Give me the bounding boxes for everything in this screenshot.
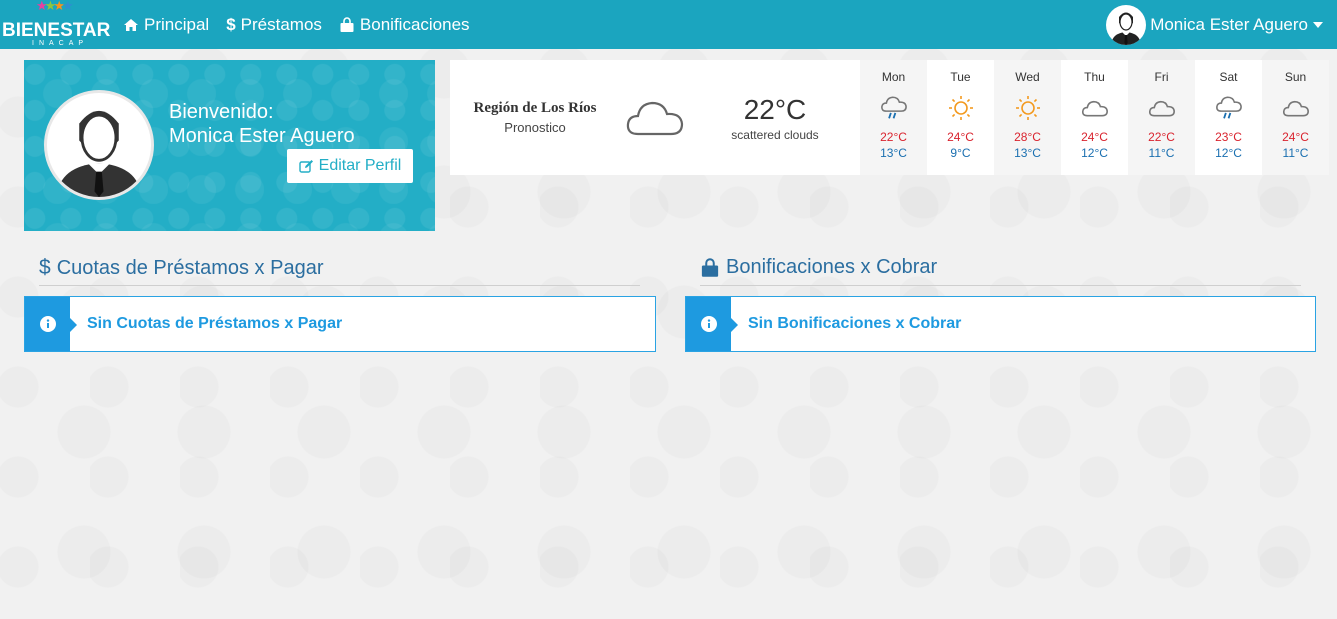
loans-info-alert: Sin Cuotas de Préstamos x Pagar [24, 296, 656, 352]
forecast-high: 22°C [880, 130, 907, 144]
edit-profile-label: Editar Perfil [318, 157, 402, 174]
profile-card: Bienvenido: Monica Ester Aguero Editar P… [24, 60, 435, 231]
nav-link-bonificaciones[interactable]: Bonificaciones [339, 15, 470, 35]
nav-links: Principal $ Préstamos Bonificaciones [123, 0, 487, 49]
profile-name: Monica Ester Aguero [169, 125, 355, 147]
dollar-icon: $ [226, 14, 236, 34]
region-name: Región de Los Ríos [473, 100, 597, 116]
forecast-day-label: Sat [1219, 70, 1238, 84]
forecast-high: 24°C [1282, 130, 1309, 144]
bienestar-logo[interactable]: ★★★★ BIENESTAR INACAP [2, 0, 114, 49]
welcome-label: Bienvenido: [169, 101, 274, 123]
cloud-icon [1128, 92, 1195, 124]
user-silhouette-icon [56, 110, 142, 197]
user-menu-dropdown[interactable]: Monica Ester Aguero [1106, 0, 1323, 49]
current-desc: scattered clouds [731, 128, 819, 142]
forecast-low: 11°C [1148, 146, 1175, 160]
loans-title: Cuotas de Préstamos x Pagar [56, 256, 324, 279]
forecast-high: 24°C [947, 130, 974, 144]
forecast-high: 23°C [1215, 130, 1242, 144]
info-icon [686, 297, 738, 351]
cloud-icon [624, 94, 686, 145]
forecast-day-label: Sun [1284, 70, 1307, 84]
welcome-text: Bienvenido: Monica Ester Aguero [169, 100, 355, 148]
cloud-icon [1061, 92, 1128, 124]
forecast-day-sun: Sun 24°C 11°C [1262, 60, 1329, 175]
nav-link-principal[interactable]: Principal [123, 15, 209, 35]
bonuses-title: Bonificaciones x Cobrar [726, 256, 938, 278]
cloud-icon [1262, 92, 1329, 124]
dollar-icon: $ [39, 256, 51, 279]
bonuses-info-alert: Sin Bonificaciones x Cobrar [685, 296, 1316, 352]
weather-region: Región de Los Ríos Pronostico [450, 100, 620, 135]
forecast-day-label: Tue [950, 70, 971, 84]
weather-widget: Región de Los Ríos Pronostico 22°C scatt… [450, 60, 1329, 175]
forecast-day-mon: Mon 22°C 13°C [860, 60, 927, 175]
loans-section-title: $ Cuotas de Préstamos x Pagar [39, 256, 323, 280]
forecast-day-tue: Tue 24°C 9°C [927, 60, 994, 175]
sun-icon [994, 92, 1061, 124]
nav-link-label: Préstamos [240, 14, 322, 34]
avatar [1106, 4, 1147, 45]
forecast-low: 13°C [880, 146, 907, 160]
forecast-high: 28°C [1014, 130, 1041, 144]
shopping-bag-icon [339, 16, 355, 33]
forecast-day-label: Wed [1015, 70, 1040, 84]
section-divider [700, 285, 1301, 286]
forecast-high: 22°C [1148, 130, 1175, 144]
section-divider [39, 285, 640, 286]
bonuses-section-title: Bonificaciones x Cobrar [700, 256, 937, 279]
forecast-label: Pronostico [504, 120, 566, 135]
logo-stars-icon: ★★★★ [36, 0, 74, 13]
forecast-day-sat: Sat 23°C 12°C [1195, 60, 1262, 175]
nav-link-label: Bonificaciones [359, 14, 470, 34]
rain-cloud-icon [1195, 92, 1262, 124]
edit-profile-button[interactable]: Editar Perfil [287, 149, 413, 183]
forecast-low: 9°C [950, 146, 971, 160]
top-navbar: ★★★★ BIENESTAR INACAP Principal $ Présta… [0, 0, 1337, 49]
profile-avatar [44, 90, 154, 200]
forecast-high: 24°C [1081, 130, 1108, 144]
loans-message: Sin Cuotas de Préstamos x Pagar [87, 315, 343, 332]
edit-icon [298, 159, 314, 174]
forecast-day-label: Mon [881, 70, 906, 84]
logo-text: BIENESTAR [2, 20, 111, 41]
forecast-day-label: Thu [1084, 70, 1105, 84]
shopping-bag-icon [700, 257, 720, 278]
nav-link-prestamos[interactable]: $ Préstamos [226, 15, 322, 35]
forecast-day-fri: Fri 22°C 11°C [1128, 60, 1195, 175]
current-weather: 22°C scattered clouds [710, 94, 840, 142]
forecast-low: 12°C [1081, 146, 1108, 160]
rain-cloud-icon [860, 92, 927, 124]
home-icon [123, 18, 139, 32]
info-icon [25, 297, 77, 351]
chevron-down-icon [1313, 21, 1323, 28]
current-temp: 22°C [743, 94, 807, 125]
sun-icon [927, 92, 994, 124]
forecast-day-thu: Thu 24°C 12°C [1061, 60, 1128, 175]
forecast-day-label: Fri [1154, 70, 1169, 84]
forecast-day-wed: Wed 28°C 13°C [994, 60, 1061, 175]
forecast-low: 12°C [1215, 146, 1242, 160]
bonuses-message: Sin Bonificaciones x Cobrar [748, 315, 962, 332]
forecast-low: 11°C [1282, 146, 1309, 160]
nav-link-label: Principal [144, 14, 210, 34]
user-name: Monica Ester Aguero [1150, 14, 1308, 34]
logo-subtext: INACAP [32, 40, 89, 47]
forecast-low: 13°C [1014, 146, 1041, 160]
forecast-list: Mon 22°C 13°C Tue 24°C 9°C Wed 28°C 13°C Thu 24°C 1… [860, 60, 1329, 175]
